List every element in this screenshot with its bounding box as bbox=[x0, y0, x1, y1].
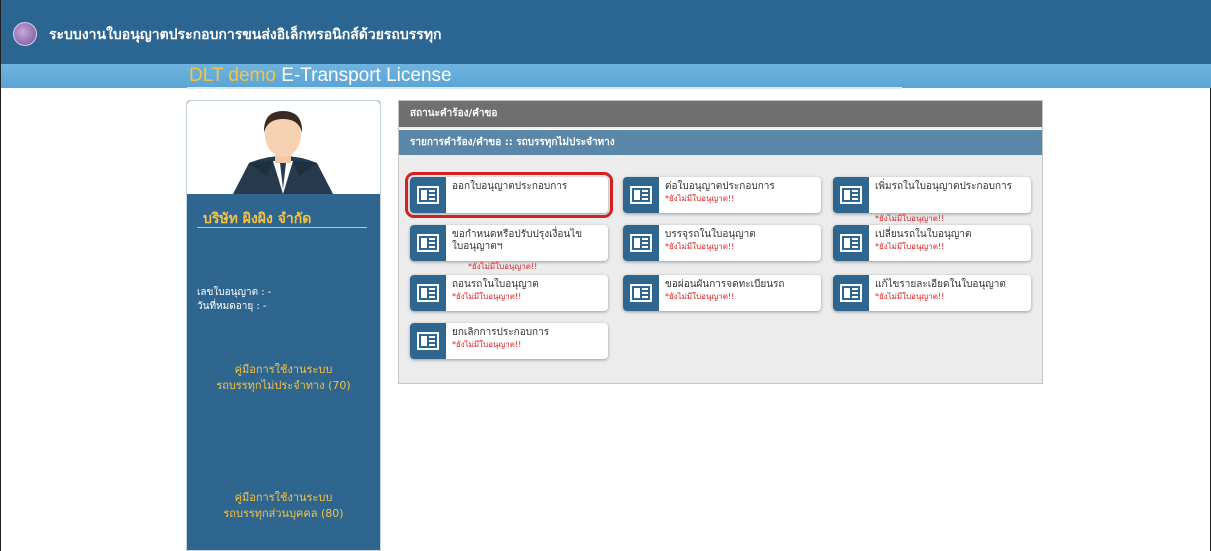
banner-divider bbox=[187, 87, 902, 89]
document-card-icon bbox=[623, 225, 659, 261]
service-card-remove-vehicle[interactable]: ถอนรถในใบอนุญาต *ยังไม่มีใบอนุญาต!! bbox=[410, 275, 608, 311]
brand-name: E-Transport License bbox=[275, 65, 452, 86]
service-label: ขอกำหนดหรือปรับปรุงเงื่อนไขใบอนุญาตฯ bbox=[452, 229, 583, 252]
system-title: ระบบงานใบอนุญาตประกอบการขนส่งอิเล็กทรอนิ… bbox=[49, 27, 442, 43]
service-card-load-vehicle[interactable]: บรรจุรถในใบอนุญาต *ยังไม่มีใบอนุญาต!! bbox=[623, 225, 821, 261]
service-label: ถอนรถในใบอนุญาต bbox=[452, 279, 539, 290]
page-frame: ระบบงานใบอนุญาตประกอบการขนส่งอิเล็กทรอนิ… bbox=[0, 0, 1211, 551]
service-label: ขอผ่อนผันการจดทะเบียนรถ bbox=[665, 279, 785, 290]
license-info: เลขใบอนุญาต : - วันที่หมดอายุ : - bbox=[197, 286, 271, 314]
service-label: ออกใบอนุญาตประกอบการ bbox=[452, 181, 568, 192]
no-license-note: *ยังไม่มีใบอนุญาต!! bbox=[665, 242, 735, 251]
avatar bbox=[187, 101, 380, 194]
service-card-cancel-business[interactable]: ยกเลิกการประกอบการ *ยังไม่มีใบอนุญาต!! bbox=[410, 323, 608, 359]
no-license-note: *ยังไม่มีใบอนุญาต!! bbox=[875, 214, 945, 223]
company-divider bbox=[197, 227, 367, 228]
service-card-adjust-conditions[interactable]: ขอกำหนดหรือปรับปรุงเงื่อนไขใบอนุญาตฯ *ยั… bbox=[410, 225, 608, 271]
manual-link-80-line1: คู่มือการใช้งานระบบ bbox=[234, 491, 333, 504]
profile-sidebar: บริษัท ผิงผิง จำกัด เลขใบอนุญาต : - วันท… bbox=[186, 100, 381, 551]
service-card-change-vehicle[interactable]: เปลี่ยนรถในใบอนุญาต *ยังไม่มีใบอนุญาต!! bbox=[833, 225, 1031, 261]
document-card-icon bbox=[410, 323, 446, 359]
no-license-note: *ยังไม่มีใบอนุญาต!! bbox=[452, 340, 522, 349]
document-card-icon bbox=[833, 177, 869, 213]
no-license-note: *ยังไม่มีใบอนุญาต!! bbox=[875, 292, 945, 301]
document-card-icon bbox=[623, 275, 659, 311]
license-number: เลขใบอนุญาต : - bbox=[197, 287, 272, 298]
license-expiry: วันที่หมดอายุ : - bbox=[197, 301, 267, 312]
service-label: แก้ไขรายละเอียดในใบอนุญาต bbox=[875, 279, 1006, 290]
brand-banner: DLT demo E-Transport License bbox=[1, 64, 1211, 88]
emblem-logo-icon bbox=[13, 22, 37, 46]
no-license-note: *ยังไม่มีใบอนุญาต!! bbox=[468, 262, 538, 271]
document-card-icon bbox=[410, 225, 446, 261]
no-license-note: *ยังไม่มีใบอนุญาต!! bbox=[665, 194, 735, 203]
no-license-note: *ยังไม่มีใบอนุญาต!! bbox=[665, 292, 735, 301]
document-card-icon bbox=[623, 177, 659, 213]
service-label: ยกเลิกการประกอบการ bbox=[452, 327, 550, 338]
brand-demo: DLT demo bbox=[189, 65, 276, 86]
service-label: ต่อใบอนุญาตประกอบการ bbox=[665, 181, 775, 192]
service-card-edit-details[interactable]: แก้ไขรายละเอียดในใบอนุญาต *ยังไม่มีใบอนุ… bbox=[833, 275, 1031, 311]
manual-link-70-line1: คู่มือการใช้งานระบบ bbox=[234, 363, 333, 376]
service-label: บรรจุรถในใบอนุญาต bbox=[665, 229, 756, 240]
document-card-icon bbox=[833, 275, 869, 311]
manual-link-70[interactable]: คู่มือการใช้งานระบบ รถบรรทุกไม่ประจำทาง … bbox=[187, 362, 380, 394]
request-list-heading: รายการคำร้อง/คำขอ :: รถบรรทุกไม่ประจำทาง bbox=[399, 129, 1042, 155]
manual-link-70-line2: รถบรรทุกไม่ประจำทาง (70) bbox=[216, 379, 351, 392]
document-card-icon bbox=[833, 225, 869, 261]
document-card-icon bbox=[410, 275, 446, 311]
service-card-renew-license[interactable]: ต่อใบอนุญาตประกอบการ *ยังไม่มีใบอนุญาต!! bbox=[623, 177, 821, 213]
service-card-add-vehicle[interactable]: เพิ่มรถในใบอนุญาตประกอบการ *ยังไม่มีใบอน… bbox=[833, 177, 1031, 223]
brand-title: DLT demo E-Transport License bbox=[189, 64, 452, 88]
no-license-note: *ยังไม่มีใบอนุญาต!! bbox=[452, 292, 522, 301]
service-card-issue-license[interactable]: ออกใบอนุญาตประกอบการ bbox=[405, 172, 613, 218]
manual-link-80-line2: รถบรรทุกส่วนบุคคล (80) bbox=[223, 507, 344, 520]
service-label: เพิ่มรถในใบอนุญาตประกอบการ bbox=[875, 181, 1012, 192]
status-heading[interactable]: สถานะคำร้อง/คำขอ bbox=[399, 101, 1042, 127]
service-label: เปลี่ยนรถในใบอนุญาต bbox=[875, 229, 972, 240]
request-panel: สถานะคำร้อง/คำขอ รายการคำร้อง/คำขอ :: รถ… bbox=[398, 100, 1043, 384]
document-card-icon bbox=[410, 177, 446, 213]
service-card-registration-waiver[interactable]: ขอผ่อนผันการจดทะเบียนรถ *ยังไม่มีใบอนุญา… bbox=[623, 275, 821, 311]
header-bar: ระบบงานใบอนุญาตประกอบการขนส่งอิเล็กทรอนิ… bbox=[1, 0, 1211, 64]
no-license-note: *ยังไม่มีใบอนุญาต!! bbox=[875, 242, 945, 251]
manual-link-80[interactable]: คู่มือการใช้งานระบบ รถบรรทุกส่วนบุคคล (8… bbox=[187, 490, 380, 522]
